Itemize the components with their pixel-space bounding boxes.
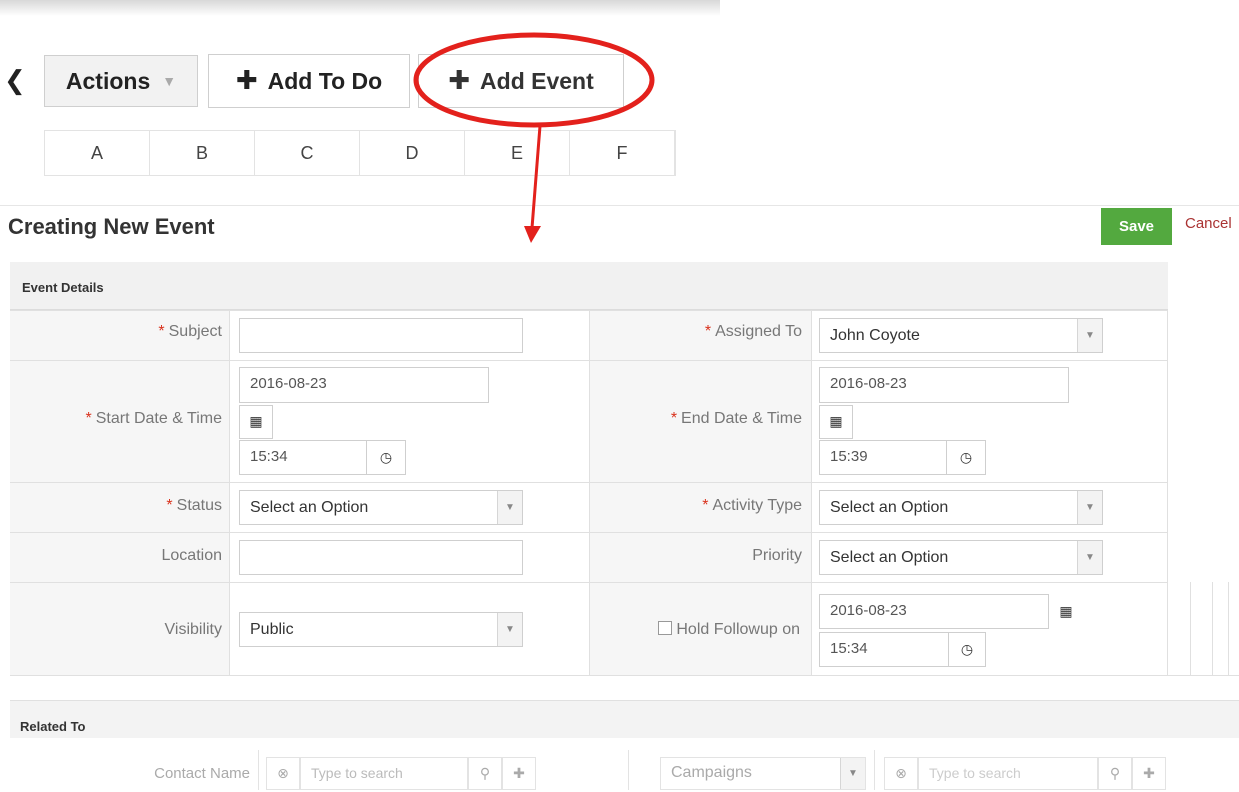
annotation-arrow-head bbox=[524, 226, 541, 243]
annotation-circle bbox=[413, 32, 655, 128]
annotation-overlay bbox=[413, 32, 655, 243]
annotation-arrow-line bbox=[530, 125, 542, 229]
